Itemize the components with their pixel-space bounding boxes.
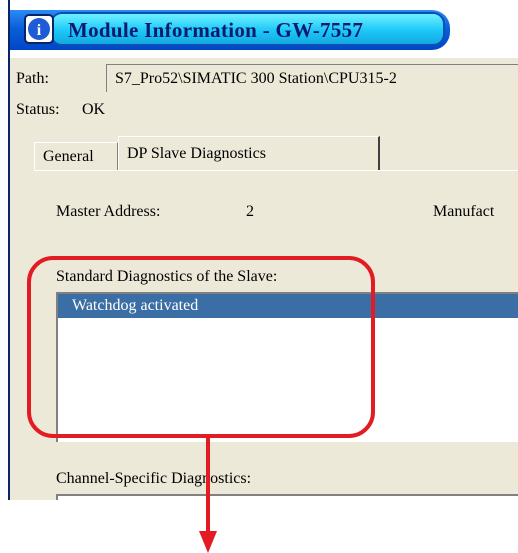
channel-diagnostics-label: Channel-Specific Diagnostics:: [56, 470, 252, 487]
path-label: Path:: [16, 70, 49, 87]
status-value: OK: [82, 101, 106, 118]
window-title: Module Information - GW-7557: [68, 18, 364, 42]
manufacturer-label: Manufact: [433, 203, 495, 220]
title-bar: i Module Information - GW-7557: [10, 0, 518, 58]
tab-panel-border: [34, 170, 518, 171]
master-address-label: Master Address:: [56, 203, 161, 220]
down-arrow-icon: [199, 437, 217, 553]
tab-general[interactable]: General: [34, 142, 118, 170]
info-icon: i: [24, 14, 54, 44]
svg-text:i: i: [37, 22, 42, 39]
highlight-box: [27, 256, 375, 438]
master-address-value: 2: [246, 203, 254, 220]
tab-dp-slave-diagnostics[interactable]: DP Slave Diagnostics: [118, 136, 380, 170]
path-field[interactable]: S7_Pro52\SIMATIC 300 Station\CPU315-2: [106, 64, 518, 92]
channel-diagnostics-list[interactable]: [56, 494, 518, 500]
status-label: Status:: [16, 101, 60, 118]
